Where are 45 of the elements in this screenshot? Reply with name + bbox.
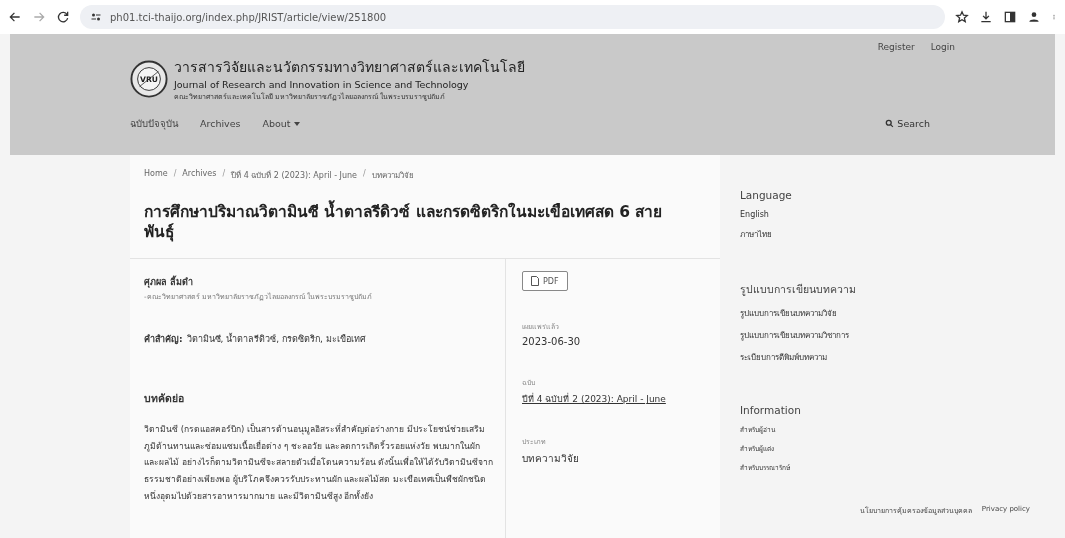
star-icon[interactable] [955,10,969,24]
article-title: การศึกษาปริมาณวิตามินซี น้ำตาลรีดิวซ์ และกรดซิตริกในมะเขือเทศสด 6 สายพันธุ์ [144,202,680,243]
abstract-heading: บทคัดย่อ [144,391,185,407]
nav-item[interactable]: Archives [200,116,241,131]
breadcrumb-separator: / [363,169,366,180]
user-link[interactable]: Register [877,42,915,52]
author-name: ศุภผล ลิ้มดำ [144,275,195,290]
breadcrumb-item[interactable]: Archives [182,169,217,182]
abstract-text: วิตามินซี (กรดแอสคอร์บิก) เป็นสารต้านอนุมูลอิสระที่สำคัญต่อร่างกาย มีประโยชน์ช่วยเสริมภูมิต้านทานและซ่อมแซมเนื้อเยื่อต่าง ๆ ชะลอวัย และลดการเกิดริ้วรอยแห่งวัย พบมากในผักและผลไม้ อย่างไรก็ตามวิตามินซีจะสลายตัวเมื่อโดนความร้อน ดังนั้นเพื่อให้ได้รับวิตามินซีจากธรรมชาติอย่างเพียงพอ ผู้บริโภคจึงควรรับประทานผัก และผลไม้สด มะเขือเทศเป็นพืชผักชนิดหนึ่งอุดมไปด้วยสารอาหารมากมาย และมีวิตามินซีสูง อีกทั้งยัง [144,422,494,504]
address-bar[interactable]: ph01.tci-thaijo.org/index.php/JRIST/article/view/251800 [80,5,945,29]
journal-title-thai: วารสารวิจัยและนวัตกรรมทางวิทยาศาสตร์และเทคโนโลยี [174,58,525,77]
breadcrumb-item[interactable]: Home [144,169,168,182]
meta-value: บทความวิจัย [522,452,580,467]
search-link[interactable]: Search [885,118,930,129]
sidebar-heading: Information [740,404,802,416]
url-text: ph01.tci-thaijo.org/index.php/JRIST/article/view/251800 [110,11,387,23]
sidebar-link[interactable]: รูปแบบการเขียนบทความวิชาการ [740,329,1040,342]
keywords: คำสำคัญ: วิตามินซี, น้ำตาลรีดิวซ์, กรดซิตริก, มะเขือเทศ [144,332,367,347]
sidebar-link[interactable]: English [740,210,1040,219]
pdf-button[interactable]: PDF [522,271,568,292]
sidebar-link[interactable]: รูปแบบการเขียนบทความวิจัย [740,307,1040,320]
back-icon[interactable] [8,10,22,24]
profile-icon[interactable] [1027,10,1041,24]
nav-item[interactable]: ฉบับปัจจุบัน [130,116,178,131]
issue-link[interactable]: ปีที่ 4 ฉบับที่ 2 (2023): April - June [522,392,666,407]
site-info-icon[interactable] [90,11,102,23]
breadcrumb-separator: / [222,169,226,180]
document-icon [531,276,539,287]
sidebar-heading: Language [740,189,793,201]
user-link[interactable]: Login [930,42,955,52]
journal-logo: VRU [130,60,168,98]
download-icon[interactable] [979,10,993,24]
sidebar-heading: รูปแบบการเขียนบทความ [740,282,857,298]
meta-value: 2023-06-30 [522,336,582,348]
sidebar-link[interactable]: ภาษาไทย [740,228,1040,241]
breadcrumb-separator: / [173,169,177,180]
search-icon [885,119,895,128]
nav-item[interactable]: About [262,116,300,131]
side-panel-icon[interactable] [1003,10,1017,24]
reload-icon[interactable] [56,10,70,24]
breadcrumb-item: บทความวิจัย [371,170,414,182]
caret-icon [293,121,300,126]
journal-title-english: Journal of Research and Innovation in Science and Technology [174,79,470,90]
sidebar-link[interactable]: ระเบียบการตีพิมพ์บทความ [740,351,1040,364]
breadcrumb-item[interactable]: ปีที่ 4 ฉบับที่ 2 (2023): April - June [231,169,357,182]
